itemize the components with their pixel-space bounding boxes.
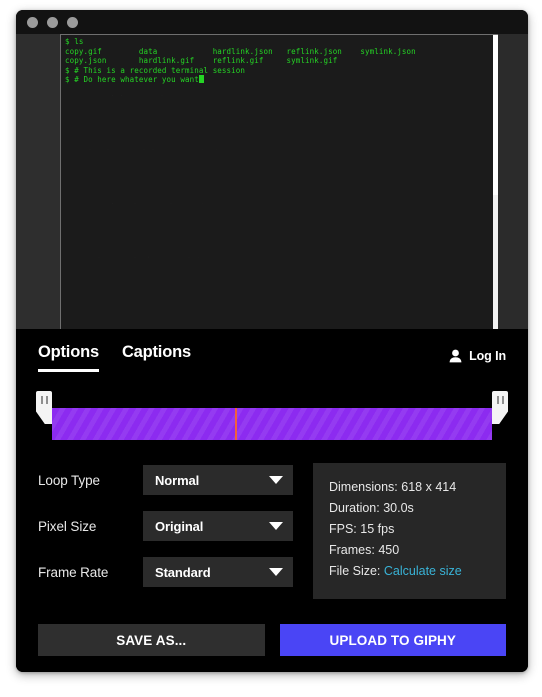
info-fps-label: FPS: (329, 522, 357, 536)
log-in-button[interactable]: Log In (449, 349, 506, 363)
pixel-size-select[interactable]: Original (143, 511, 293, 541)
pixel-size-value: Original (155, 518, 204, 534)
options-panel: Loop Type Normal Pixel Size Original Fra… (16, 451, 528, 608)
minimize-button-icon[interactable] (47, 16, 58, 28)
trim-start-handle[interactable] (36, 391, 52, 424)
info-fps: FPS: 15 fps (329, 519, 506, 540)
terminal-output-lines: $ ls copy.gif data hardlink.json reflink… (65, 37, 416, 85)
terminal-ghost-text: . . . . . . . . . . . . . . . . . . (87, 89, 219, 260)
app-window: $ ls copy.gif data hardlink.json reflink… (16, 10, 528, 672)
terminal-scrollbar[interactable] (493, 35, 498, 329)
loop-type-value: Normal (155, 472, 200, 488)
loop-type-row: Loop Type Normal (38, 465, 293, 495)
info-duration-value: 30.0s (383, 501, 414, 515)
info-frames: Frames: 450 (329, 540, 506, 561)
person-icon (449, 349, 462, 363)
terminal-output-text: $ ls copy.gif data hardlink.json reflink… (65, 37, 498, 85)
action-button-bar: SAVE AS... UPLOAD TO GIPHY (16, 608, 528, 672)
settings-controls: Loop Type Normal Pixel Size Original Fra… (38, 461, 293, 608)
upload-to-giphy-button[interactable]: UPLOAD TO GIPHY (279, 624, 506, 656)
window-titlebar (16, 10, 528, 34)
info-dimensions-label: Dimensions: (329, 480, 398, 494)
tab-captions[interactable]: Captions (122, 343, 191, 369)
info-dimensions-value: 618 x 414 (401, 480, 457, 494)
trim-end-handle[interactable] (492, 391, 508, 424)
grip-line-icon (45, 396, 48, 404)
tab-options[interactable]: Options (38, 343, 99, 372)
grip-line-icon (501, 396, 504, 404)
preview-left-letterbox (16, 34, 60, 329)
grip-line-icon (40, 396, 43, 404)
preview-right-letterbox (498, 34, 528, 329)
media-info-panel: Dimensions: 618 x 414 Duration: 30.0s FP… (313, 463, 506, 599)
info-frames-value: 450 (378, 543, 400, 557)
info-filesize-label: File Size: (329, 564, 381, 578)
save-as-button[interactable]: SAVE AS... (38, 624, 265, 656)
pixel-size-row: Pixel Size Original (38, 511, 293, 541)
pixel-size-label: Pixel Size (38, 518, 97, 534)
frame-rate-value: Standard (155, 564, 211, 580)
terminal-scrollbar-thumb[interactable] (493, 35, 498, 195)
info-filesize: File Size: Calculate size (329, 561, 506, 582)
tab-bar: Options Captions Log In (16, 329, 528, 383)
info-duration-label: Duration: (329, 501, 380, 515)
zoom-button-icon[interactable] (67, 16, 78, 28)
terminal-cursor (198, 75, 204, 84)
info-frames-label: Frames: (329, 543, 375, 557)
log-in-label: Log In (469, 349, 506, 363)
frame-rate-row: Frame Rate Standard (38, 557, 293, 587)
chevron-down-icon (269, 568, 283, 576)
loop-type-label: Loop Type (38, 472, 100, 488)
frame-rate-select[interactable]: Standard (143, 557, 293, 587)
frame-rate-label: Frame Rate (38, 564, 109, 580)
gif-preview-area[interactable]: $ ls copy.gif data hardlink.json reflink… (16, 34, 528, 329)
grip-line-icon (496, 396, 499, 404)
loop-type-select[interactable]: Normal (143, 465, 293, 495)
info-dimensions: Dimensions: 618 x 414 (329, 477, 506, 498)
calculate-size-link[interactable]: Calculate size (384, 564, 462, 578)
close-button-icon[interactable] (27, 16, 38, 28)
timeline-selection-bar[interactable] (52, 408, 492, 440)
terminal-recording-frame: $ ls copy.gif data hardlink.json reflink… (60, 34, 498, 329)
info-duration: Duration: 30.0s (329, 498, 506, 519)
playhead-marker[interactable] (235, 408, 237, 440)
info-fps-value: 15 fps (360, 522, 395, 536)
timeline-trimmer[interactable] (16, 383, 528, 451)
chevron-down-icon (269, 476, 283, 484)
chevron-down-icon (269, 522, 283, 530)
